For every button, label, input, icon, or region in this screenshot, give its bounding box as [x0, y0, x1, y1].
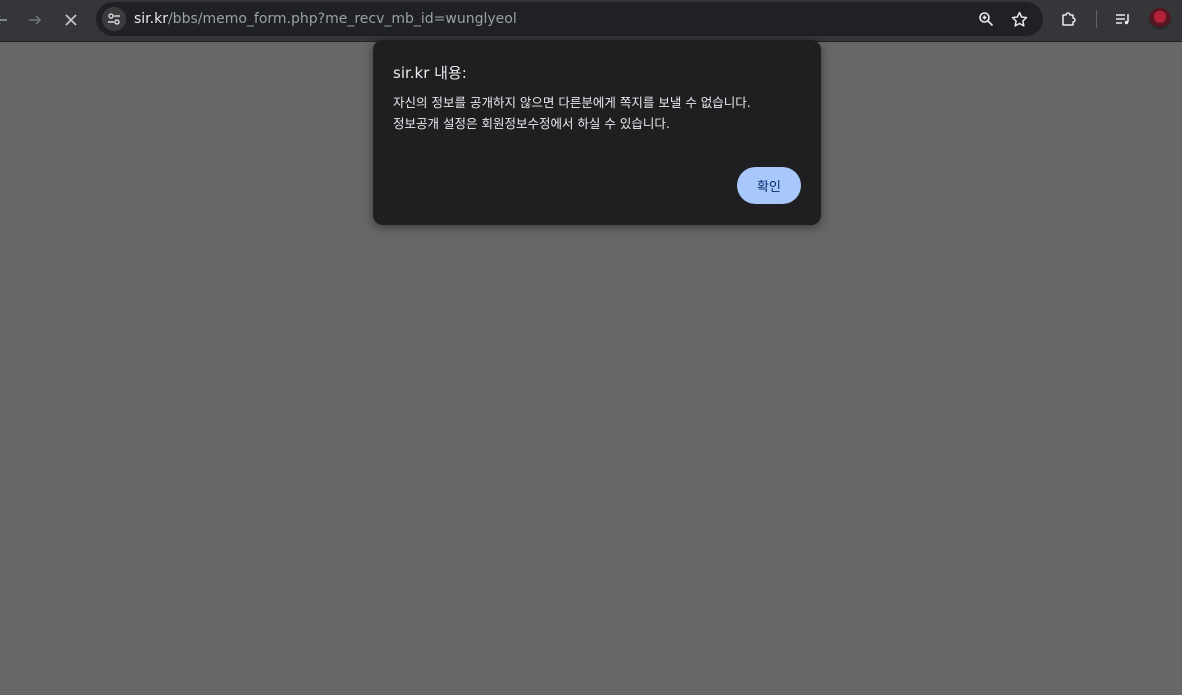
dialog-title: sir.kr 내용:: [393, 64, 467, 82]
tune-icon: [108, 13, 120, 25]
arrow-left-icon: [0, 16, 7, 24]
address-bar[interactable]: sir.kr/bbs/memo_form.php?me_recv_mb_id=w…: [96, 2, 1043, 36]
stop-loading-button[interactable]: [56, 5, 86, 35]
arrow-right-icon: [29, 15, 42, 25]
forward-button[interactable]: [20, 5, 50, 35]
media-controls-button[interactable]: [1112, 8, 1134, 30]
ok-button[interactable]: 확인: [737, 167, 801, 204]
avatar[interactable]: [1149, 8, 1171, 30]
media-queue-icon: [1116, 14, 1129, 25]
dialog-message-line: 정보공개 설정은 회원정보수정에서 하실 수 있습니다.: [393, 116, 670, 131]
dialog-message-line: 자신의 정보를 공개하지 않으면 다른분에게 쪽지를 보낼 수 없습니다.: [393, 95, 751, 110]
puzzle-icon: [1062, 12, 1076, 26]
back-button[interactable]: [0, 5, 16, 35]
toolbar-divider: [1096, 10, 1097, 28]
url-path: /bbs/memo_form.php?me_recv_mb_id=wunglye…: [167, 11, 517, 27]
url-host: sir.kr: [134, 11, 168, 27]
extensions-button[interactable]: [1058, 8, 1080, 30]
star-icon: [1011, 11, 1027, 27]
browser-toolbar: sir.kr/bbs/memo_form.php?me_recv_mb_id=w…: [0, 0, 1182, 42]
zoom-icon: [979, 12, 994, 27]
close-icon: [65, 14, 77, 26]
site-settings-button[interactable]: [102, 7, 126, 31]
dialog-message: 자신의 정보를 공개하지 않으면 다른분에게 쪽지를 보낼 수 없습니다. 정보…: [393, 92, 813, 134]
url-text[interactable]: sir.kr/bbs/memo_form.php?me_recv_mb_id=w…: [134, 10, 517, 28]
alert-dialog: sir.kr 내용: 자신의 정보를 공개하지 않으면 다른분에게 쪽지를 보낼…: [373, 40, 821, 225]
zoom-button[interactable]: [976, 9, 996, 29]
bookmark-button[interactable]: [1009, 9, 1029, 29]
